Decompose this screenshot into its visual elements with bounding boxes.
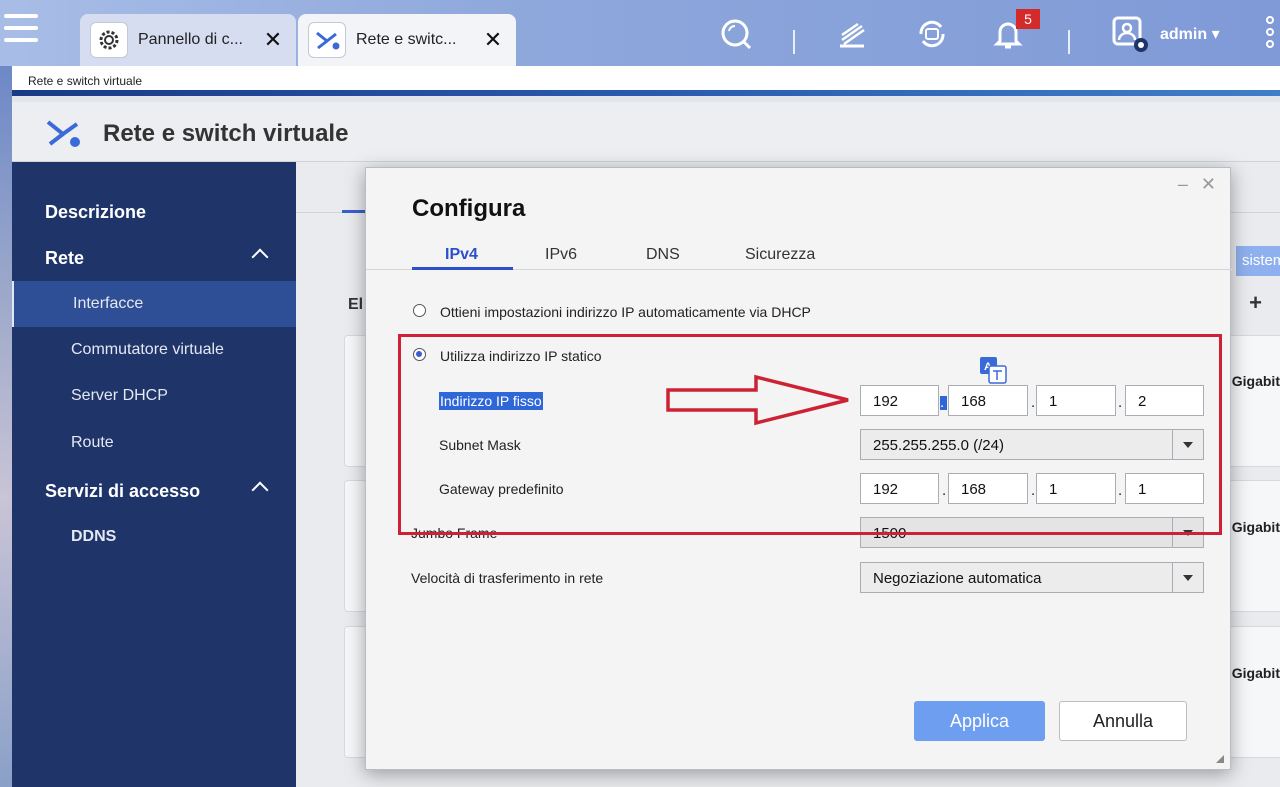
notification-badge: 5 <box>1016 9 1040 29</box>
speed-value: Negoziazione automatica <box>873 570 1042 587</box>
sidebar-item-label: DDNS <box>71 528 117 545</box>
sidebar-item-commutatore[interactable]: Commutatore virtuale <box>12 327 296 373</box>
tab-ipv4[interactable]: IPv4 <box>445 246 478 264</box>
separator <box>1068 30 1070 54</box>
taskbar: Pannello di c... ✕ Rete e switc... ✕ 5 a… <box>0 0 1280 66</box>
separator <box>793 30 795 54</box>
sidebar-item-label: Route <box>71 434 114 451</box>
apply-button[interactable]: Applica <box>914 701 1045 741</box>
speed-select[interactable]: Negoziazione automatica <box>860 562 1204 593</box>
sidebar-item-ddns[interactable]: DDNS <box>12 514 296 560</box>
close-icon[interactable]: ✕ <box>480 27 506 53</box>
user-menu[interactable]: admin ▾ <box>1160 24 1220 44</box>
chevron-up-icon[interactable] <box>251 248 269 266</box>
add-icon[interactable]: + <box>1249 290 1262 316</box>
annotation-arrow-icon <box>666 374 849 426</box>
chevron-up-icon[interactable] <box>251 481 269 499</box>
breadcrumb-bar: Rete e switch virtuale <box>12 66 1280 96</box>
sidebar-item-dhcp[interactable]: Server DHCP <box>12 373 296 419</box>
tab-sicurezza[interactable]: Sicurezza <box>745 246 815 264</box>
tab-label: Rete e switc... <box>356 31 457 48</box>
sidebar-item-route[interactable]: Route <box>12 420 296 466</box>
sidebar-item-label: Servizi di accesso <box>45 480 201 501</box>
tab-indicator <box>412 267 513 270</box>
more-options-icon[interactable] <box>1266 16 1280 56</box>
system-button[interactable]: sistem <box>1236 246 1280 276</box>
close-icon[interactable]: ✕ <box>260 27 286 53</box>
section-heading: El <box>348 296 364 313</box>
breadcrumb: Rete e switch virtuale <box>28 74 143 88</box>
adapter-speed-label: Gigabit <box>1231 665 1280 681</box>
translate-icon[interactable]: A <box>978 355 1008 385</box>
network-switch-icon <box>44 116 84 155</box>
tab-label: Pannello di c... <box>138 31 243 48</box>
dhcp-radio[interactable] <box>413 304 426 317</box>
tab-dns[interactable]: DNS <box>646 246 680 264</box>
sidebar-item-label: Server DHCP <box>71 387 168 404</box>
tab-ipv6[interactable]: IPv6 <box>545 246 577 264</box>
window-controls[interactable]: – ✕ <box>1178 174 1220 195</box>
user-avatar-icon[interactable] <box>1110 14 1150 54</box>
desktop-wallpaper-strip <box>0 66 12 787</box>
sidebar-item-label: Rete <box>45 247 85 268</box>
app-header: Rete e switch virtuale <box>12 102 1280 162</box>
sidebar-item-label: Commutatore virtuale <box>71 341 224 358</box>
tab-network-switch[interactable]: Rete e switc... ✕ <box>298 14 516 66</box>
sidebar-item-descrizione[interactable]: Descrizione <box>12 189 296 235</box>
tab-control-panel[interactable]: Pannello di c... ✕ <box>80 14 296 66</box>
tasks-icon[interactable] <box>832 14 872 54</box>
menu-icon[interactable] <box>4 14 38 50</box>
sidebar-item-servizi-accesso[interactable]: Servizi di accesso <box>12 468 296 514</box>
sidebar-item-label: Interfacce <box>73 295 144 312</box>
chevron-down-icon[interactable] <box>1172 563 1203 592</box>
adapter-speed-label: Gigabit <box>1231 519 1280 535</box>
sidebar-item-rete[interactable]: Rete <box>12 235 296 281</box>
search-icon[interactable] <box>716 14 756 54</box>
dialog-tabs: IPv4 IPv6 DNS Sicurezza <box>366 240 1232 270</box>
sidebar-item-label: Descrizione <box>45 201 147 222</box>
dialog-title: Configura <box>412 195 526 222</box>
sidebar-item-interfacce[interactable]: Interfacce <box>12 281 296 327</box>
annotation-highlight-box <box>398 334 1222 535</box>
resize-handle[interactable] <box>1216 755 1224 763</box>
cancel-button[interactable]: Annulla <box>1059 701 1187 741</box>
sidebar: Descrizione Rete Interfacce Commutatore … <box>12 162 296 787</box>
dhcp-option-label: Ottieni impostazioni indirizzo IP automa… <box>440 304 811 320</box>
sync-icon[interactable] <box>912 14 952 54</box>
adapter-speed-label: Gigabit <box>1231 373 1280 389</box>
network-switch-icon <box>308 22 346 58</box>
speed-label: Velocità di trasferimento in rete <box>411 570 604 586</box>
gear-icon <box>90 22 128 58</box>
page-title: Rete e switch virtuale <box>103 120 349 147</box>
desktop: Pannello di c... ✕ Rete e switc... ✕ 5 a… <box>0 0 1280 787</box>
